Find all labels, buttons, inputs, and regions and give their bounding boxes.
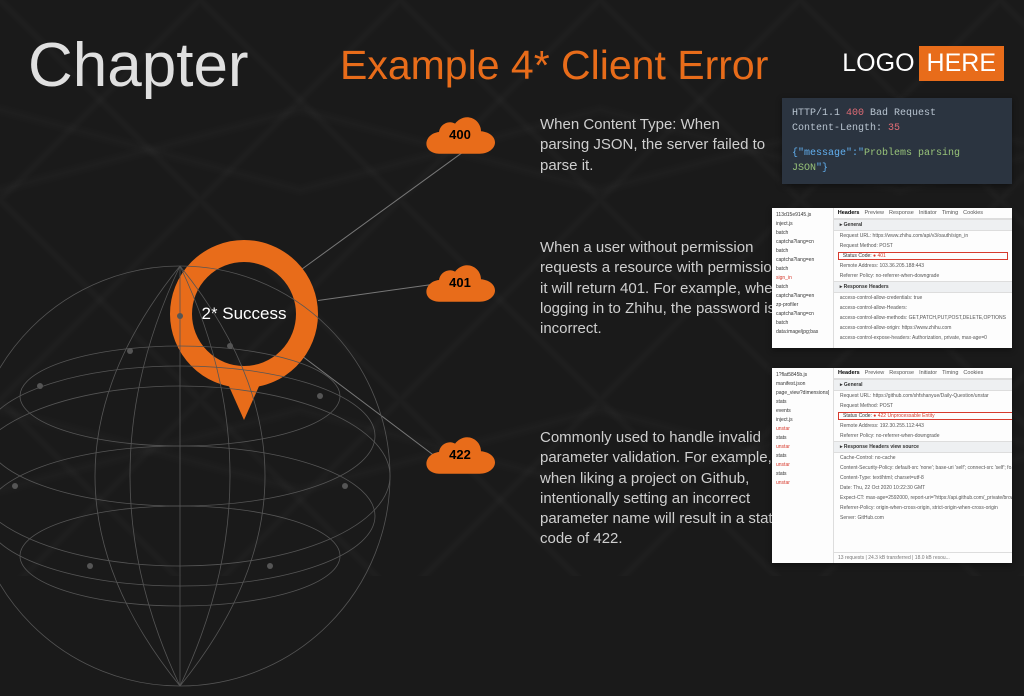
section-general: ▸ General <box>834 379 1012 391</box>
row-header: access-control-allow-methods: GET,PATCH,… <box>834 313 1012 323</box>
devtools-tabs: Headers Preview Response Initiator Timing Coo… <box>834 368 1012 379</box>
logo-placeholder: LOGO HERE <box>842 46 1004 81</box>
status-dot-icon: ● 401 <box>873 253 886 259</box>
devtools-tab: Initiator <box>919 210 937 216</box>
devtools-tab: Headers <box>838 210 860 216</box>
logo-text-2: HERE <box>919 46 1004 81</box>
row-header: access-control-allow-credentials: true <box>834 293 1012 303</box>
http-content-length: 35 <box>888 123 900 134</box>
row-referrer: Referrer Policy: no-referrer-when-downgr… <box>834 431 1012 441</box>
list-item: batch <box>776 229 829 238</box>
cloud-422-label: 422 <box>425 430 495 474</box>
row-remote: Remote Address: 103.36.205.188:443 <box>834 261 1012 271</box>
list-item: captcha?lang=en <box>776 292 829 301</box>
devtools-tabs: Headers Preview Response Initiator Timing Coo… <box>834 208 1012 219</box>
network-footer: 13 requests | 24.3 kB transferred | 18.0… <box>834 552 1012 563</box>
chapter-label: Chapter <box>28 30 249 101</box>
cloud-400-label: 400 <box>425 110 495 154</box>
section-response-headers: ▸ Response Headers <box>834 281 1012 293</box>
devtools-tab: Preview <box>865 370 885 376</box>
success-label: 2* Success <box>201 304 286 324</box>
row-header: Server: GitHub.com <box>834 513 1012 523</box>
desc-401: When a user without permission requests … <box>540 238 790 339</box>
bubble-pointer-icon <box>228 384 260 420</box>
list-item: events <box>776 407 829 416</box>
row-header: Referrer-Policy: origin-when-cross-origi… <box>834 503 1012 513</box>
list-item: data:image/jpg;bas <box>776 328 829 337</box>
cloud-422: 422 <box>425 430 495 474</box>
slide-title: Example 4* Client Error <box>340 42 768 89</box>
list-item: stats <box>776 470 829 479</box>
list-item: unstar <box>776 443 829 452</box>
http-line1a: HTTP/1.1 <box>792 108 846 119</box>
list-item: 1?flat5845b.js <box>776 371 829 380</box>
list-item: inject.js <box>776 220 829 229</box>
status-dot-icon: ● 422 Unprocessable Entity <box>873 413 934 419</box>
devtools-tab: Timing <box>942 210 958 216</box>
list-item: stats <box>776 452 829 461</box>
row-header: access-control-allow-origin: https://www… <box>834 323 1012 333</box>
devtools-tab: Cookies <box>963 210 983 216</box>
list-item: stats <box>776 398 829 407</box>
list-item: page_view?dimensions[page]shfhhh%2F... <box>776 389 829 398</box>
row-request-method: Request Method: POST <box>834 241 1012 251</box>
section-general: ▸ General <box>834 219 1012 231</box>
list-item: batch <box>776 247 829 256</box>
json-open: {"message":" <box>792 148 864 159</box>
list-item: sign_in <box>776 274 829 283</box>
cloud-401-label: 401 <box>425 258 495 302</box>
desc-422: Commonly used to handle invalid paramete… <box>540 428 790 550</box>
devtools-tab: Response <box>889 210 914 216</box>
success-bubble: 2* Success <box>170 240 318 388</box>
status-code-box: Status Code: ● 422 Unprocessable Entity <box>838 412 1012 420</box>
desc-400: When Content Type: When parsing JSON, th… <box>540 115 770 176</box>
row-remote: Remote Address: 192.30.255.112:443 <box>834 421 1012 431</box>
devtools-tab: Cookies <box>963 370 983 376</box>
row-header: access-control-allow-Headers: <box>834 303 1012 313</box>
list-item: batch <box>776 319 829 328</box>
devtools-tab: Preview <box>864 210 884 216</box>
http-line2a: Content-Length: <box>792 123 888 134</box>
list-item: stats <box>776 434 829 443</box>
list-item: manifest.json <box>776 380 829 389</box>
row-request-method: Request Method: POST <box>834 401 1012 411</box>
list-item: inject.js <box>776 416 829 425</box>
row-header: Content-Security-Policy: default-src 'no… <box>834 463 1012 473</box>
row-request-url: Request URL: https://github.com/shfshany… <box>834 391 1012 401</box>
row-header: access-control-expose-headers: Authoriza… <box>834 333 1012 343</box>
list-item: batch <box>776 265 829 274</box>
row-request-url: Request URL: https://www.zhihu.com/api/v… <box>834 231 1012 241</box>
list-item: captcha?lang=en <box>776 256 829 265</box>
devtools-panel-401: 113d15e9145.jsinject.jsbatchcaptcha?lang… <box>772 208 1012 348</box>
devtools-tab: Headers <box>838 370 860 376</box>
network-request-list: 1?flat5845b.jsmanifest.jsonpage_view?dim… <box>772 368 834 563</box>
list-item: captcha?lang=cn <box>776 310 829 319</box>
devtools-tab: Initiator <box>919 370 937 376</box>
logo-text-1: LOGO <box>842 49 914 78</box>
network-request-list: 113d15e9145.jsinject.jsbatchcaptcha?lang… <box>772 208 834 348</box>
list-item: unstar <box>776 461 829 470</box>
list-item: unstar <box>776 425 829 434</box>
row-header: Date: Thu, 22 Oct 2020 10:22:30 GMT <box>834 483 1012 493</box>
row-header: Cache-Control: no-cache <box>834 453 1012 463</box>
cloud-401: 401 <box>425 258 495 302</box>
row-header: Content-Type: text/html; charset=utf-8 <box>834 473 1012 483</box>
list-item: unstar <box>776 479 829 488</box>
list-item: zp-profiler <box>776 301 829 310</box>
devtools-panel-422: 1?flat5845b.jsmanifest.jsonpage_view?dim… <box>772 368 1012 563</box>
http-line1c: Bad Request <box>864 108 936 119</box>
row-header: Expect-CT: max-age=2592000, report-uri="… <box>834 493 1012 503</box>
cloud-400: 400 <box>425 110 495 154</box>
row-referrer: Referrer Policy: no-referrer-when-downgr… <box>834 271 1012 281</box>
section-response-headers: ▸ Response Headers view source <box>834 441 1012 453</box>
devtools-tab: Response <box>889 370 914 376</box>
json-close: "} <box>816 163 828 174</box>
devtools-tab: Timing <box>942 370 958 376</box>
list-item: captcha?lang=cn <box>776 238 829 247</box>
status-code-box: Status Code: ● 401 <box>838 252 1008 260</box>
http-status-code: 400 <box>846 108 864 119</box>
list-item: batch <box>776 283 829 292</box>
http-response-snippet: HTTP/1.1 400 Bad Request Content-Length:… <box>782 98 1012 184</box>
list-item: 113d15e9145.js <box>776 211 829 220</box>
